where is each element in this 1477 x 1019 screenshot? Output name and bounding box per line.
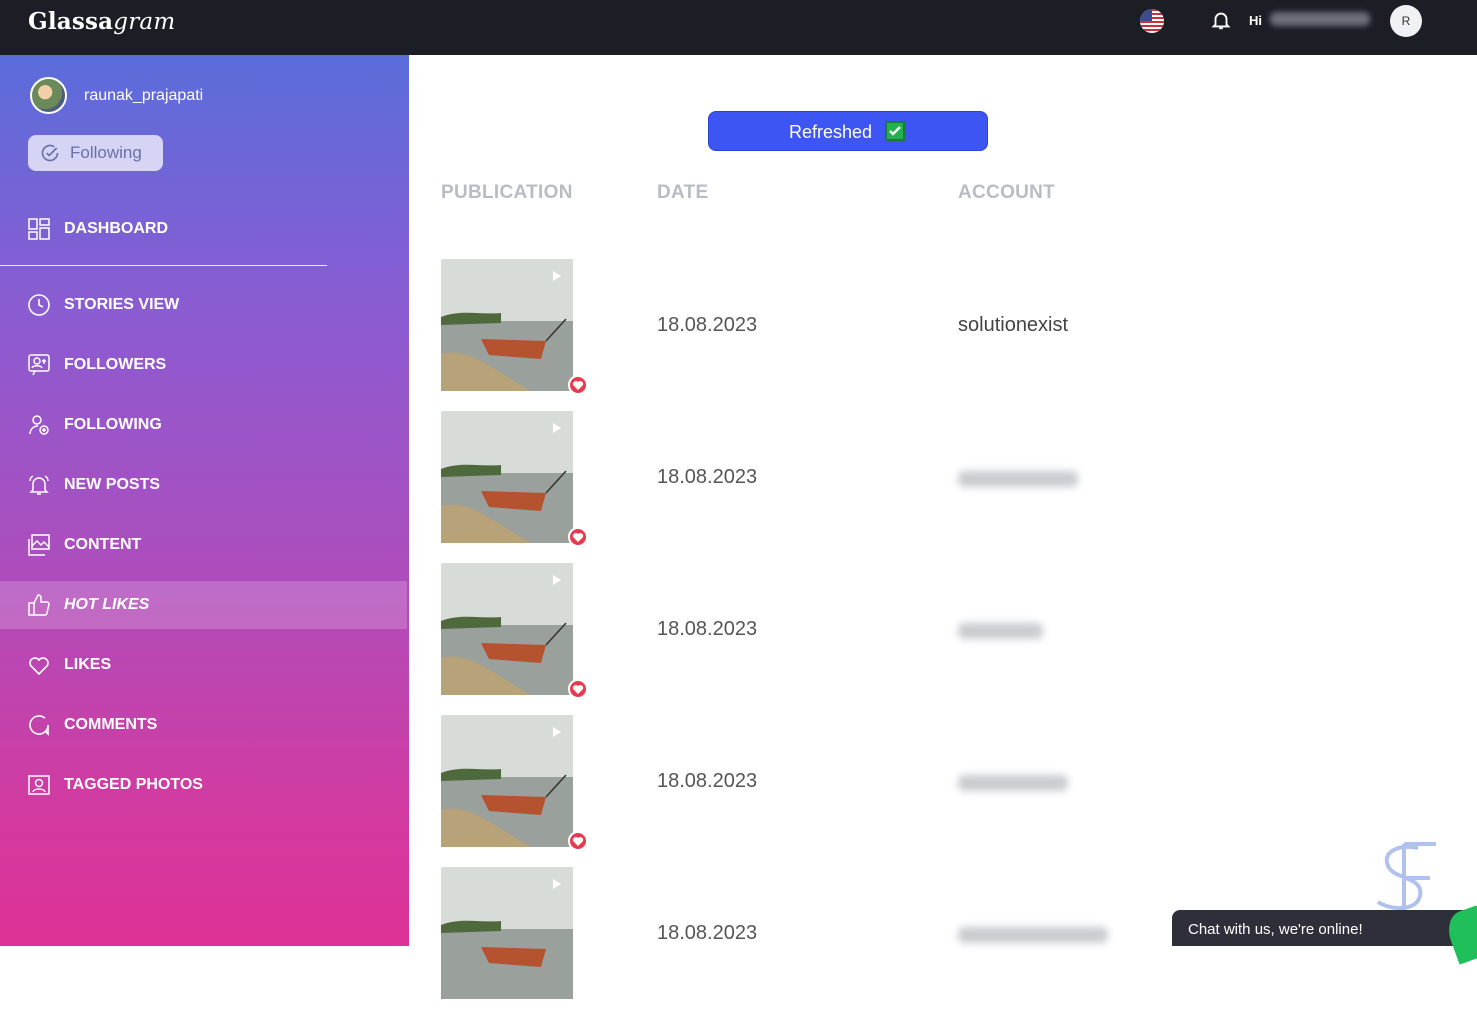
profile-username: raunak_prajapati	[84, 87, 204, 104]
post-thumbnail[interactable]	[441, 259, 573, 391]
sidebar-item-likes[interactable]: LIKES	[0, 641, 407, 689]
clock-icon	[28, 294, 50, 316]
top-bar: Glassagram Hi R	[0, 0, 1477, 55]
sidebar-item-label: FOLLOWING	[64, 416, 162, 433]
sidebar-item-tagged-photos[interactable]: TAGGED PHOTOS	[0, 761, 407, 809]
row-account[interactable]: solutionexist	[958, 314, 1068, 337]
row-date: 18.08.2023	[657, 618, 758, 640]
dashboard-icon	[28, 218, 50, 240]
watermark-logo	[1368, 840, 1444, 916]
sidebar-divider	[0, 265, 327, 266]
sidebar-item-label: FOLLOWERS	[64, 356, 167, 373]
thumbs-up-icon	[28, 594, 50, 616]
following-icon	[29, 415, 49, 435]
sidebar-item-label: COMMENTS	[64, 716, 158, 733]
chat-widget[interactable]: Chat with us, we're online!	[1172, 905, 1477, 965]
row-account-blurred[interactable]	[958, 623, 1043, 639]
row-date: 18.08.2023	[657, 314, 758, 336]
sidebar-item-label: TAGGED PHOTOS	[64, 776, 203, 793]
following-button[interactable]: Following	[28, 135, 163, 171]
sidebar-item-following[interactable]: FOLLOWING	[0, 401, 407, 449]
blurred-username	[1270, 12, 1370, 26]
sidebar-item-label: LIKES	[64, 656, 112, 673]
sidebar-item-content[interactable]: CONTENT	[0, 521, 407, 569]
sidebar-item-label: DASHBOARD	[64, 220, 168, 237]
table-row: 18.08.2023	[441, 715, 1441, 867]
column-header-account[interactable]: ACCOUNT	[958, 182, 1055, 204]
row-account-blurred[interactable]	[958, 775, 1068, 791]
greeting-text: Hi	[1249, 13, 1262, 28]
sidebar-item-label: NEW POSTS	[64, 476, 161, 493]
user-avatar[interactable]: R	[1390, 5, 1422, 37]
us-flag-icon[interactable]	[1140, 9, 1164, 33]
row-account-blurred[interactable]	[958, 927, 1108, 943]
sidebar-item-stories-view[interactable]: STORIES VIEW	[0, 281, 407, 329]
post-thumbnail[interactable]	[441, 715, 573, 847]
refresh-label: Refreshed	[789, 122, 873, 142]
column-header-date[interactable]: DATE	[657, 182, 709, 204]
heart-icon	[568, 831, 588, 851]
sidebar-item-followers[interactable]: FOLLOWERS	[0, 341, 407, 389]
check-icon	[885, 121, 905, 141]
chat-online-indicator	[1442, 905, 1477, 965]
post-thumbnail[interactable]	[441, 563, 573, 695]
sidebar-item-label: STORIES VIEW	[64, 296, 180, 313]
heart-icon	[29, 657, 49, 676]
heart-icon	[568, 679, 588, 699]
post-thumbnail[interactable]	[441, 411, 573, 543]
heart-icon	[568, 527, 588, 547]
post-thumbnail[interactable]	[441, 867, 573, 999]
profile-avatar	[30, 77, 67, 114]
row-date: 18.08.2023	[657, 922, 758, 944]
image-icon	[28, 534, 50, 556]
bell-icon[interactable]	[1210, 9, 1232, 31]
row-date: 18.08.2023	[657, 770, 758, 792]
sidebar-item-label: CONTENT	[64, 536, 142, 553]
tagged-photo-icon	[28, 775, 50, 795]
table-row: 18.08.2023	[441, 563, 1441, 715]
sidebar-item-comments[interactable]: COMMENTS	[0, 701, 407, 749]
followers-icon	[28, 354, 50, 376]
check-circle-icon	[41, 144, 59, 162]
refresh-button[interactable]: Refreshed	[708, 111, 988, 151]
sidebar: raunak_prajapati Following DASHBOARD STO…	[0, 55, 409, 946]
following-label: Following	[70, 143, 142, 162]
heart-icon	[568, 375, 588, 395]
row-account-blurred[interactable]	[958, 471, 1078, 487]
comment-icon	[29, 715, 49, 736]
sidebar-item-hot-likes[interactable]: HOT LIKES	[0, 581, 407, 629]
sidebar-item-new-posts[interactable]: NEW POSTS	[0, 461, 407, 509]
sidebar-item-label: HOT LIKES	[64, 596, 150, 613]
sidebar-item-dashboard[interactable]: DASHBOARD	[0, 205, 407, 253]
bell-icon	[29, 475, 49, 495]
chat-label: Chat with us, we're online!	[1188, 921, 1363, 938]
column-header-publication[interactable]: PUBLICATION	[441, 182, 573, 204]
row-date: 18.08.2023	[657, 466, 758, 488]
table-row: 18.08.2023	[441, 411, 1441, 563]
table-row: 18.08.2023 solutionexist	[441, 259, 1441, 411]
brand-logo[interactable]: Glassagram	[28, 8, 175, 35]
